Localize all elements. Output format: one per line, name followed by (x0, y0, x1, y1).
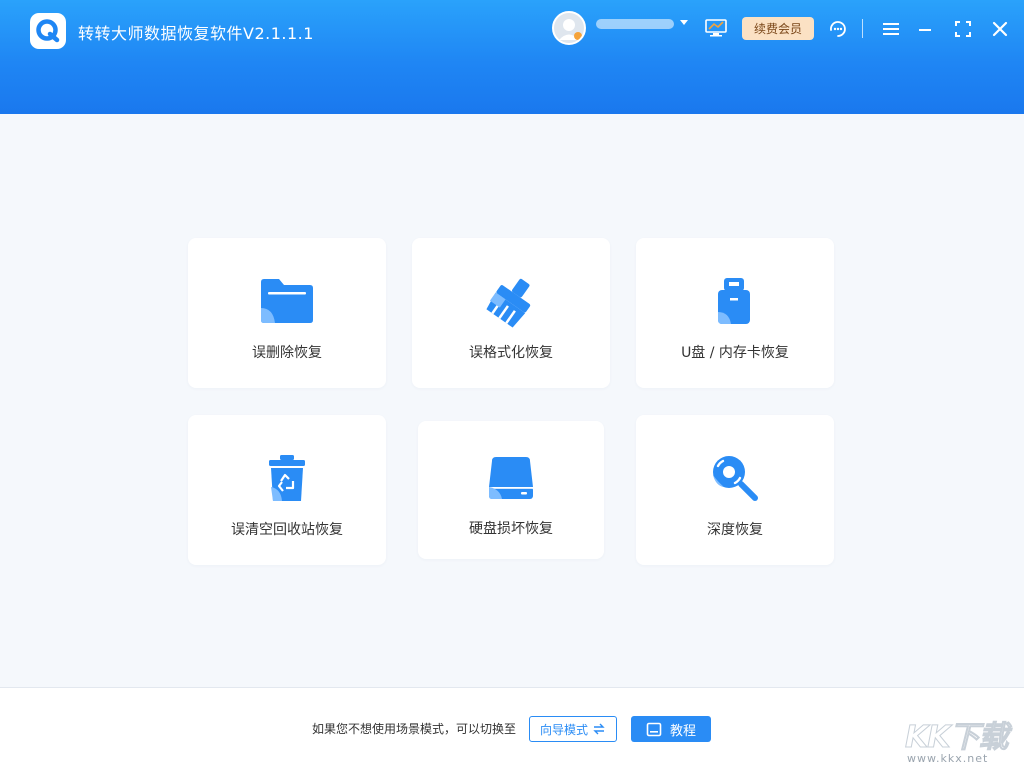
support-icon[interactable] (827, 18, 849, 40)
monitor-icon[interactable] (705, 19, 727, 41)
title-bar: 转转大师数据恢复软件V2.1.1.1 续费会员 (0, 0, 1024, 114)
avatar[interactable] (552, 11, 586, 45)
deep-scan-icon (710, 453, 760, 507)
option-label: 硬盘损坏恢复 (418, 518, 604, 538)
app-title: 转转大师数据恢复软件V2.1.1.1 (78, 20, 314, 44)
watermark-url: www.kkx.net (907, 752, 988, 765)
wizard-mode-button[interactable]: 向导模式 (529, 716, 617, 742)
option-label: 深度恢复 (636, 519, 834, 539)
caret-down-icon[interactable] (680, 20, 688, 25)
footer-bar: 如果您不想使用场景模式，可以切换至 向导模式 教程 (0, 687, 1024, 768)
option-label: 误删除恢复 (188, 342, 386, 362)
tutorial-label: 教程 (670, 720, 696, 739)
switch-mode-prompt: 如果您不想使用场景模式，可以切换至 (312, 720, 516, 737)
book-icon (646, 722, 662, 737)
option-label: 误格式化恢复 (412, 342, 610, 362)
switch-arrows-icon (592, 723, 606, 735)
folder-icon (259, 278, 315, 328)
username-redacted[interactable] (596, 19, 674, 29)
usb-drive-icon (715, 276, 755, 330)
minimize-icon[interactable] (914, 18, 936, 40)
option-card-deleted-recovery[interactable]: 误删除恢复 (188, 238, 386, 388)
hard-disk-icon (486, 455, 536, 505)
recycle-bin-icon (265, 453, 309, 507)
option-card-disk-damage-recovery[interactable]: 硬盘损坏恢复 (418, 421, 604, 559)
watermark-logo: KK下载 (905, 712, 1008, 756)
option-label: 误清空回收站恢复 (188, 519, 386, 539)
watermark: KK下载 www.kkx.net (905, 712, 1020, 766)
option-card-recycle-bin-recovery[interactable]: 误清空回收站恢复 (188, 415, 386, 565)
header-divider (862, 19, 863, 38)
menu-icon[interactable] (880, 18, 902, 40)
close-icon[interactable] (989, 18, 1011, 40)
option-label: U盘 / 内存卡恢复 (636, 342, 834, 362)
logo-icon (30, 13, 66, 49)
broom-icon (483, 276, 539, 332)
renew-vip-button[interactable]: 续费会员 (742, 17, 814, 40)
option-card-usb-recovery[interactable]: U盘 / 内存卡恢复 (636, 238, 834, 388)
option-card-format-recovery[interactable]: 误格式化恢复 (412, 238, 610, 388)
fullscreen-icon[interactable] (952, 18, 974, 40)
option-card-deep-recovery[interactable]: 深度恢复 (636, 415, 834, 565)
wizard-mode-label: 向导模式 (540, 721, 588, 738)
tutorial-button[interactable]: 教程 (631, 716, 711, 742)
